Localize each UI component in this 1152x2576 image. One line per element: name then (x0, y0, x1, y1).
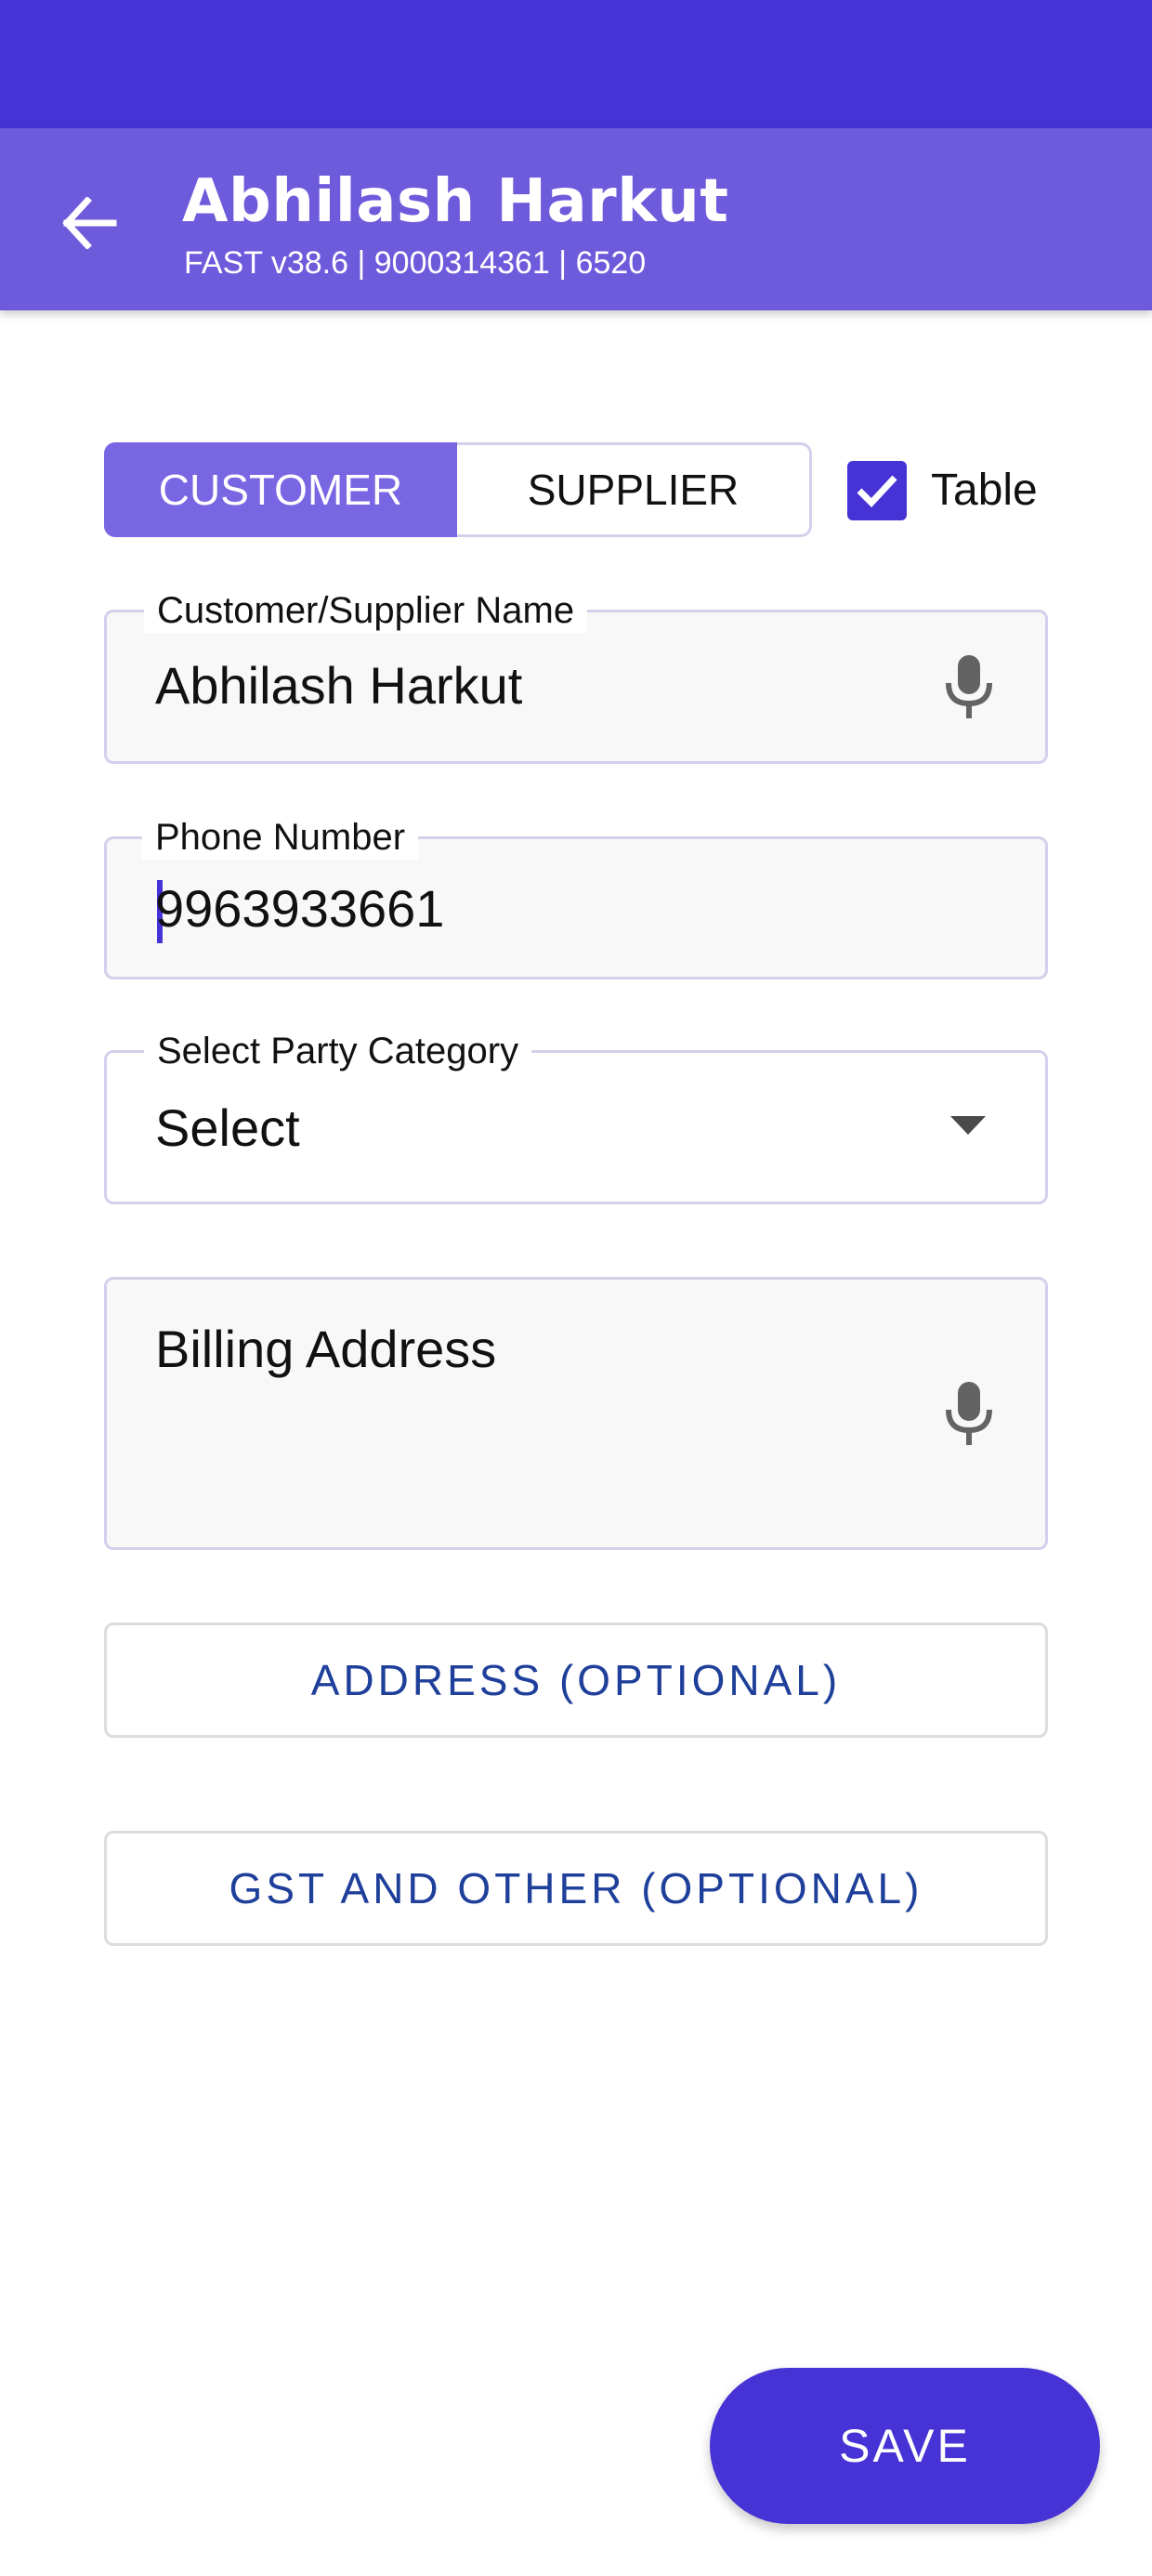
phone-field[interactable]: Phone Number 9963933661 (104, 815, 1048, 979)
back-button[interactable] (48, 182, 130, 264)
status-bar (0, 0, 1152, 128)
billing-address-input[interactable]: Billing Address (155, 1319, 496, 1379)
table-checkbox-label: Table (931, 466, 1038, 515)
microphone-icon[interactable] (941, 653, 997, 720)
table-checkbox[interactable] (847, 461, 907, 520)
billing-address-field[interactable]: Billing Address (104, 1277, 1048, 1550)
customer-toggle-button[interactable]: CUSTOMER (104, 442, 457, 537)
arrow-left-icon (62, 197, 117, 249)
name-field-label: Customer/Supplier Name (144, 588, 588, 633)
party-category-select[interactable]: Select Party Category Select (104, 1029, 1048, 1204)
checkmark-icon (857, 475, 897, 508)
microphone-icon[interactable] (941, 1380, 997, 1447)
phone-input[interactable]: 9963933661 (155, 878, 444, 939)
gst-optional-button[interactable]: GST AND OTHER (OPTIONAL) (104, 1831, 1048, 1946)
save-button[interactable]: SAVE (710, 2368, 1100, 2524)
supplier-toggle-button[interactable]: SUPPLIER (457, 442, 812, 537)
category-selected-value: Select (155, 1098, 300, 1157)
address-optional-button[interactable]: ADDRESS (OPTIONAL) (104, 1623, 1048, 1738)
category-field-label: Select Party Category (144, 1029, 532, 1073)
name-input[interactable]: Abhilash Harkut (155, 655, 522, 716)
name-field[interactable]: Customer/Supplier Name Abhilash Harkut (104, 588, 1048, 764)
app-bar: Abhilash Harkut FAST v38.6 | 9000314361 … (0, 128, 1152, 310)
dropdown-arrow-icon (950, 1116, 986, 1135)
page-title: Abhilash Harkut (182, 167, 729, 236)
page-subtitle: FAST v38.6 | 9000314361 | 6520 (184, 245, 647, 281)
phone-field-label: Phone Number (142, 815, 419, 860)
